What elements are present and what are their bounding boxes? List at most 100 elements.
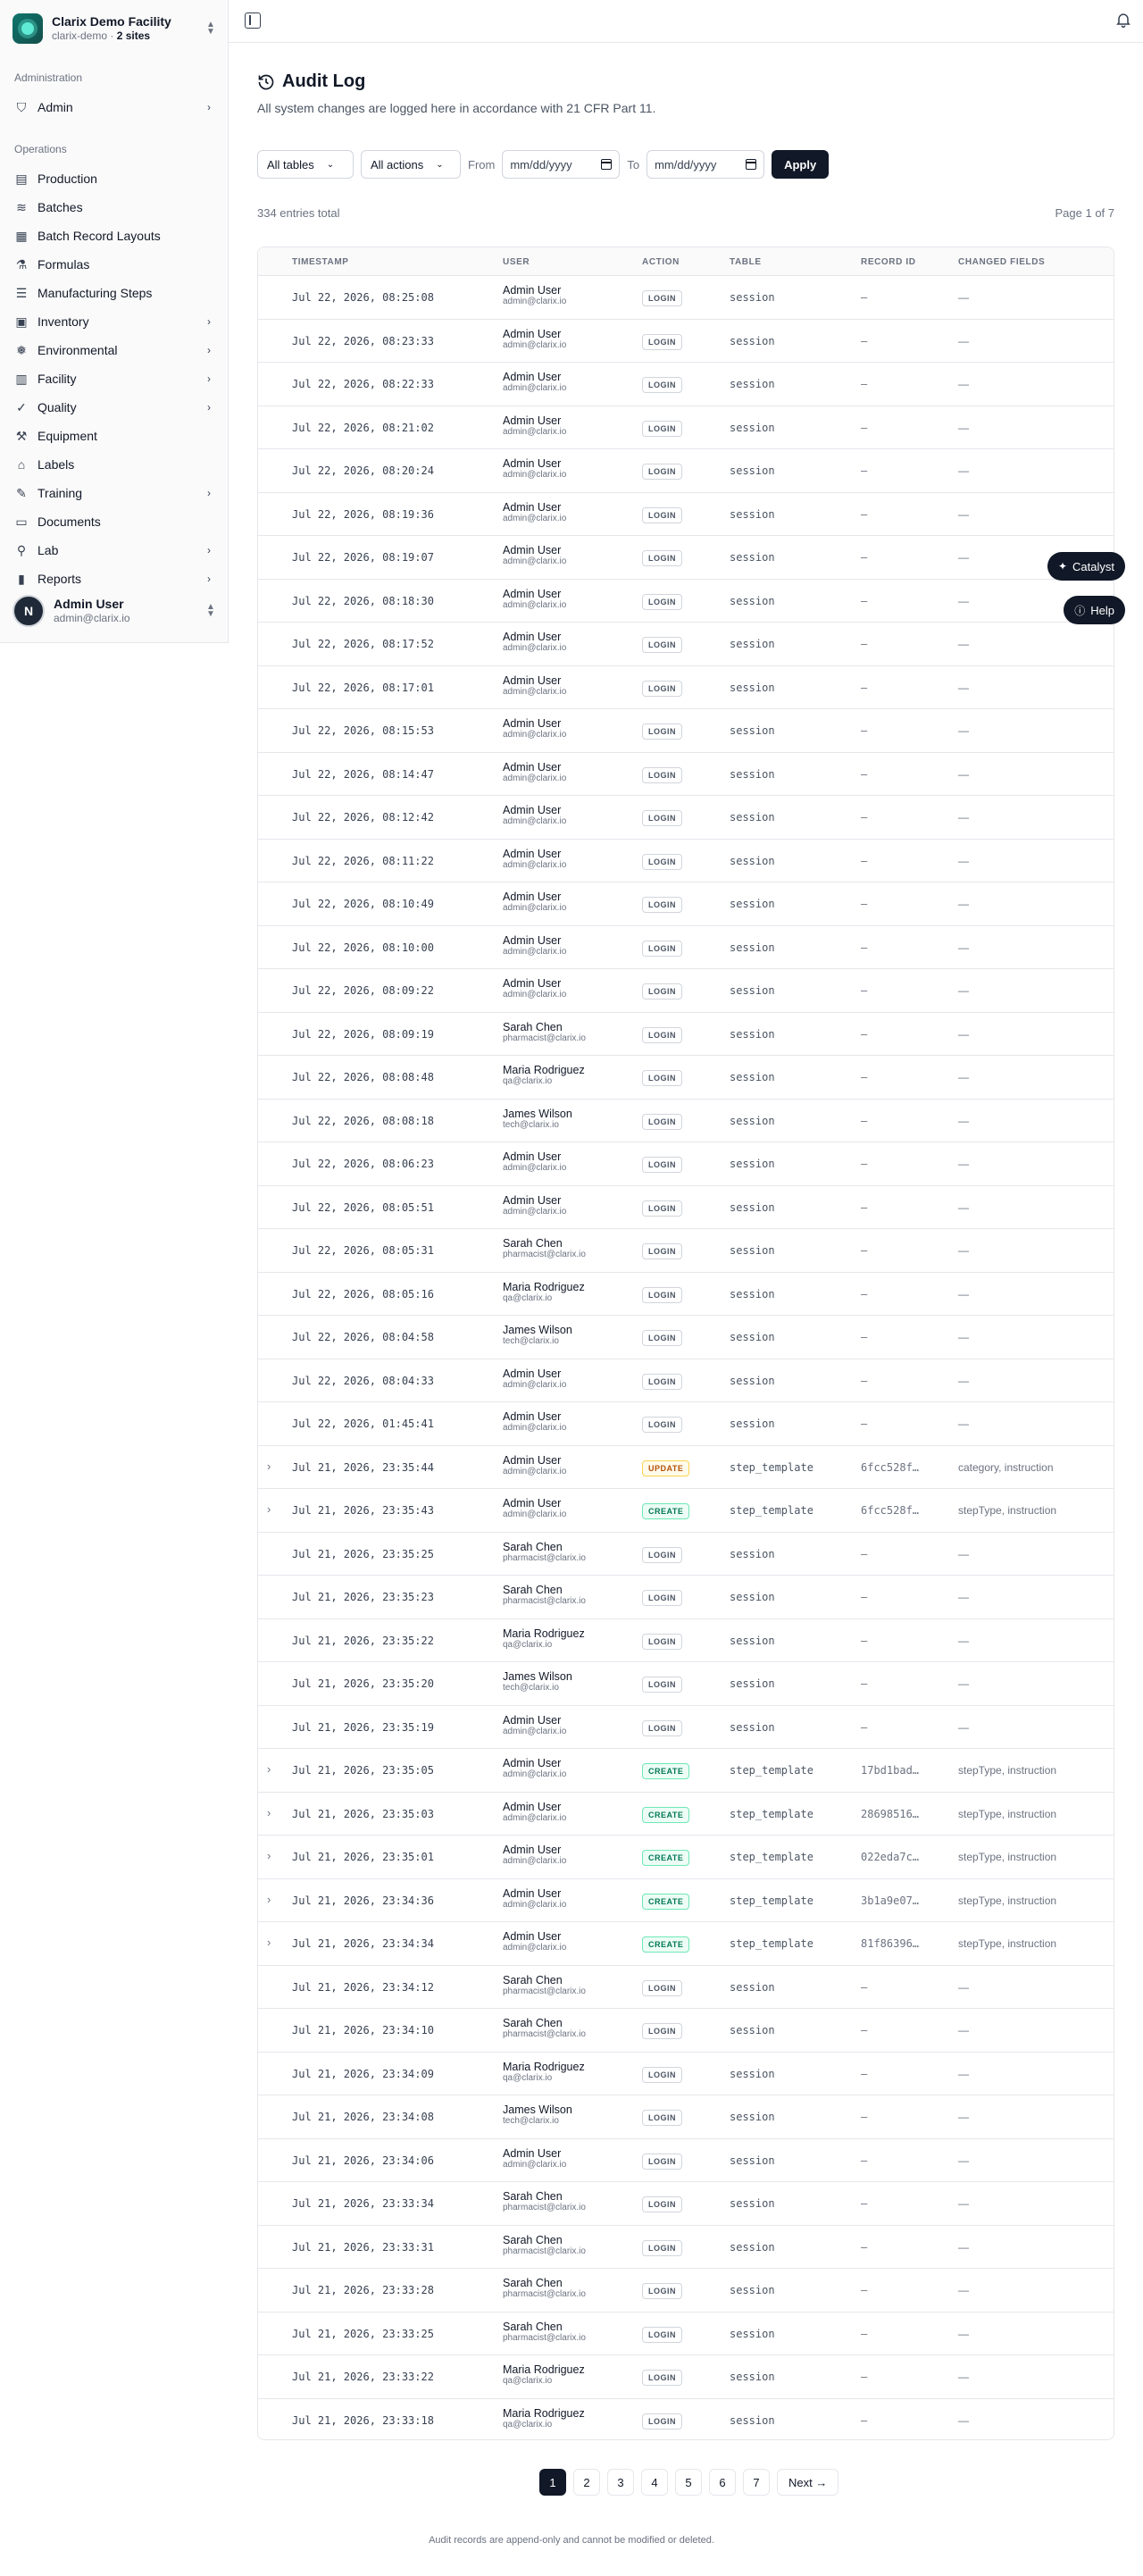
timestamp-cell: Jul 21, 2026, 23:35:19 (292, 1720, 434, 1734)
action-badge: LOGIN (642, 464, 682, 480)
from-date-input[interactable]: mm/dd/yyyy (502, 150, 621, 179)
action-badge: CREATE (642, 1850, 690, 1866)
user-name: Admin User (503, 414, 562, 427)
sidebar-item-manufacturing-steps[interactable]: ☰ Manufacturing Steps (7, 279, 221, 307)
page-button-1[interactable]: 1 (539, 2469, 566, 2496)
sidebar-item-labels[interactable]: ⌂ Labels (7, 450, 221, 479)
column-header-changed-fields[interactable]: CHANGED FIELDS (958, 257, 1045, 267)
changed-fields-cell: — (958, 681, 969, 694)
chevron-right-icon[interactable]: › (267, 1459, 271, 1473)
apply-button[interactable]: Apply (772, 150, 830, 179)
org-switcher[interactable]: Clarix Demo Facility clarix-demo · 2 sit… (13, 11, 216, 46)
column-header-timestamp[interactable]: TIMESTAMP (292, 257, 349, 267)
table-row: Jul 21, 2026, 23:34:12 Sarah Chen pharmaci… (258, 1966, 1114, 2009)
table-row[interactable]: › Jul 21, 2026, 23:35:05 Admin User admin@c… (258, 1749, 1114, 1793)
user-cell: Admin User admin@clarix.io (503, 1367, 566, 1391)
user-menu[interactable]: N Admin User admin@clarix.io ▲ ▼ (13, 590, 216, 632)
chevron-right-icon[interactable]: › (267, 1936, 271, 1949)
changed-fields-cell: — (958, 1634, 969, 1647)
record-id-cell: — (861, 1200, 868, 1214)
org-subtitle: clarix-demo · 2 sites (52, 29, 151, 43)
table-row: Jul 22, 2026, 08:11:22 Admin User admin@cl… (258, 840, 1114, 882)
user-name: Sarah Chen (503, 2277, 563, 2289)
user-cell: Sarah Chen pharmacist@clarix.io (503, 2321, 586, 2344)
page-button-5[interactable]: 5 (675, 2469, 702, 2496)
timestamp-cell: Jul 22, 2026, 08:19:36 (292, 507, 434, 521)
catalyst-button[interactable]: ✦ Catalyst (1047, 552, 1125, 581)
user-cell: Admin User admin@clarix.io (503, 848, 566, 871)
timestamp-cell: Jul 22, 2026, 08:05:51 (292, 1200, 434, 1214)
record-id-cell: — (861, 1027, 868, 1041)
chevron-right-icon[interactable]: › (267, 1762, 271, 1776)
table-row[interactable]: › Jul 21, 2026, 23:34:34 Admin User admin@c… (258, 1922, 1114, 1966)
page-button-4[interactable]: 4 (641, 2469, 668, 2496)
column-header-action[interactable]: ACTION (642, 257, 680, 267)
table-row[interactable]: › Jul 21, 2026, 23:35:43 Admin User admin@c… (258, 1489, 1114, 1533)
table-row[interactable]: › Jul 21, 2026, 23:35:44 Admin User admin@c… (258, 1446, 1114, 1489)
action-badge: LOGIN (642, 1546, 682, 1563)
timestamp-cell: Jul 21, 2026, 23:34:36 (292, 1894, 434, 1907)
sidebar-item-production[interactable]: ▤ Production (7, 164, 221, 193)
timestamp-cell: Jul 22, 2026, 08:04:33 (292, 1374, 434, 1387)
column-header-record-id[interactable]: RECORD ID (861, 257, 916, 267)
help-button[interactable]: ⓘ Help (1064, 596, 1125, 624)
sidebar-item-batch-record-layouts[interactable]: ▦ Batch Record Layouts (7, 222, 221, 250)
table-filter-select[interactable]: All tables ⌄ (257, 150, 354, 179)
sidebar-item-label: Labels (38, 457, 75, 472)
user-cell: Admin User admin@clarix.io (503, 1714, 566, 1737)
sidebar-item-quality[interactable]: ✓ Quality › (7, 393, 221, 422)
sidebar-item-formulas[interactable]: ⚗ Formulas (7, 250, 221, 279)
record-id-cell: — (861, 1677, 868, 1690)
chevron-right-icon[interactable]: › (267, 1893, 271, 1906)
layout-icon: ▦ (15, 228, 28, 243)
action-badge: LOGIN (642, 333, 682, 350)
page-button-3[interactable]: 3 (607, 2469, 634, 2496)
user-name: Admin User (503, 1193, 562, 1207)
column-header-table[interactable]: TABLE (730, 257, 762, 267)
bell-icon[interactable] (1114, 11, 1132, 29)
user-cell: Maria Rodriguez qa@clarix.io (503, 2061, 585, 2084)
page-button-6[interactable]: 6 (709, 2469, 736, 2496)
page-button-2[interactable]: 2 (573, 2469, 600, 2496)
changed-fields-cell: — (958, 2197, 969, 2210)
action-filter-select[interactable]: All actions ⌄ (361, 150, 461, 179)
sidebar-item-lab[interactable]: ⚲ Lab › (7, 536, 221, 565)
sidebar-toggle-icon[interactable] (245, 13, 261, 29)
org-name: Clarix Demo Facility (52, 14, 171, 29)
sidebar-item-admin[interactable]: ⛉ Admin › (7, 93, 221, 121)
column-header-user[interactable]: USER (503, 257, 530, 267)
user-cell: Maria Rodriguez qa@clarix.io (503, 2407, 585, 2430)
sidebar-item-facility[interactable]: ▥ Facility › (7, 364, 221, 393)
user-name: Admin User (503, 2146, 562, 2160)
to-date-placeholder: mm/dd/yyyy (655, 157, 717, 171)
user-email: qa@clarix.io (503, 1639, 553, 1650)
sidebar-item-label: Formulas (38, 257, 90, 272)
action-badge: LOGIN (642, 1979, 682, 1996)
chevron-right-icon[interactable]: › (267, 1849, 271, 1862)
sidebar-item-training[interactable]: ✎ Training › (7, 479, 221, 507)
changed-fields-cell: — (958, 2371, 969, 2383)
org-slug: clarix-demo (52, 29, 108, 43)
sidebar-item-documents[interactable]: ▭ Documents (7, 507, 221, 536)
chevron-right-icon[interactable]: › (267, 1806, 271, 1819)
record-id-cell: 3b1a9e07… (861, 1894, 920, 1907)
table-cell: session (730, 898, 775, 910)
sidebar-item-inventory[interactable]: ▣ Inventory › (7, 307, 221, 336)
table-cell: session (730, 724, 775, 737)
user-email: pharmacist@clarix.io (503, 2246, 586, 2256)
calendar-icon[interactable] (601, 159, 613, 170)
chevron-right-icon[interactable]: › (267, 1502, 271, 1516)
calendar-icon[interactable] (746, 159, 757, 170)
sidebar-item-equipment[interactable]: ⚒ Equipment (7, 422, 221, 450)
sidebar-item-environmental[interactable]: ❅ Environmental › (7, 336, 221, 364)
page-button-7[interactable]: 7 (743, 2469, 770, 2496)
to-date-input[interactable]: mm/dd/yyyy (647, 150, 765, 179)
table-row[interactable]: › Jul 21, 2026, 23:34:36 Admin User admin@c… (258, 1879, 1114, 1922)
table-cell: step_template (730, 1504, 813, 1517)
next-page-button[interactable]: Next → (777, 2469, 839, 2496)
table-row[interactable]: › Jul 21, 2026, 23:35:01 Admin User admin@c… (258, 1836, 1114, 1879)
table-row[interactable]: › Jul 21, 2026, 23:35:03 Admin User admin@c… (258, 1793, 1114, 1836)
chevrons-up-down-icon: ▲ ▼ (206, 20, 215, 37)
record-id-cell: — (861, 334, 868, 347)
sidebar-item-batches[interactable]: ≋ Batches (7, 193, 221, 222)
